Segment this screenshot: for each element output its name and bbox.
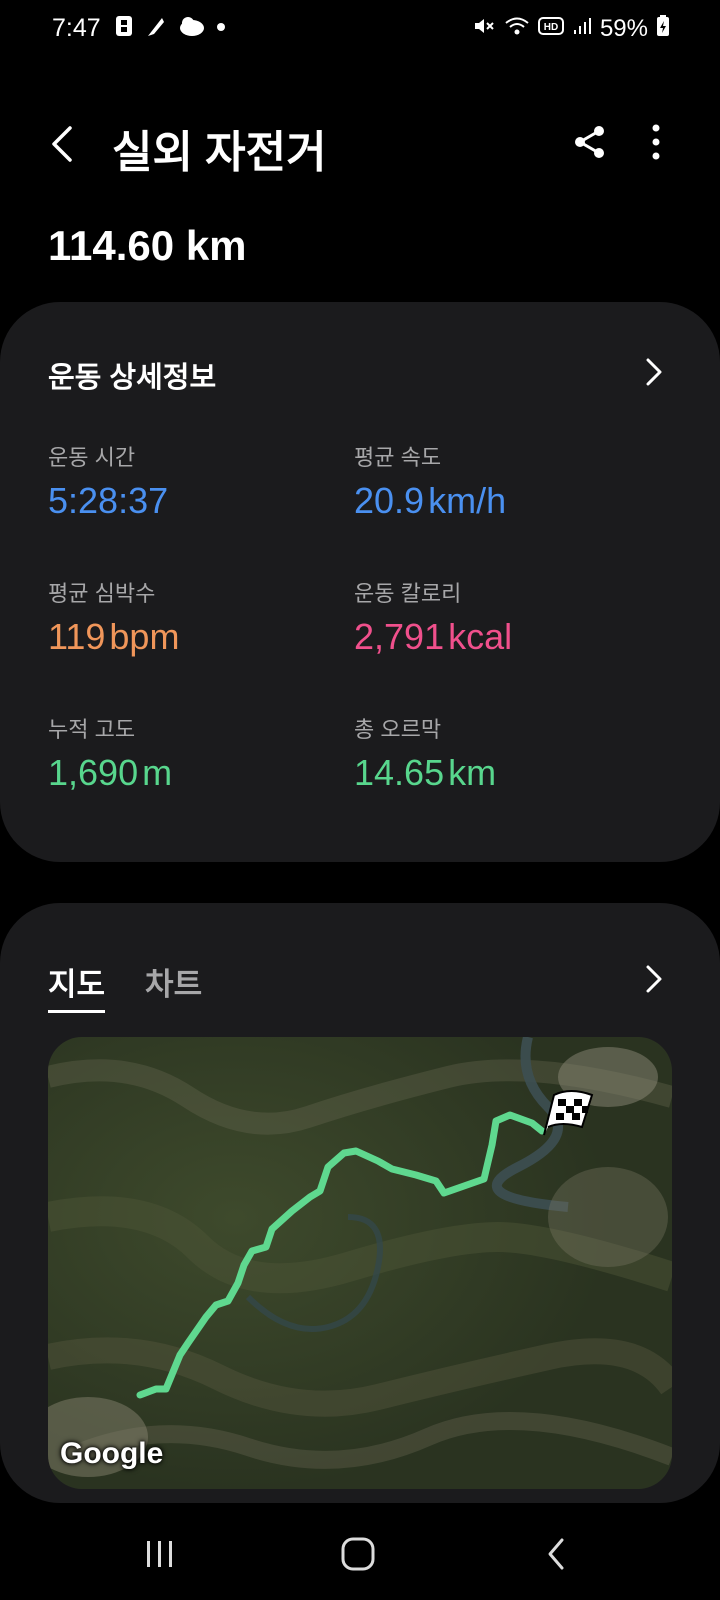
map-chart-tabs: 지도 차트 <box>48 959 202 1013</box>
map-details-button[interactable] <box>640 959 670 999</box>
status-bar: 7:47 HD 59% <box>0 0 720 58</box>
stat-number: 5:28:37 <box>48 480 169 521</box>
more-vertical-icon <box>652 124 660 160</box>
stat-unit: m <box>142 752 173 793</box>
share-button[interactable] <box>570 122 610 162</box>
stat-number: 20.9 <box>354 480 425 521</box>
back-button[interactable] <box>42 120 82 168</box>
chevron-right-icon <box>646 358 662 386</box>
system-back-button[interactable] <box>536 1533 576 1575</box>
stat-calories: 운동 칼로리 2,791 kcal <box>354 576 654 658</box>
stat-label: 평균 속도 <box>354 445 442 470</box>
stat-avg-heart-rate: 평균 심박수 119 bpm <box>48 576 348 658</box>
stat-number: 1,690 <box>48 752 139 793</box>
dot-icon <box>216 14 226 45</box>
stat-label: 운동 시간 <box>48 445 136 470</box>
stat-label: 운동 칼로리 <box>354 581 462 606</box>
stat-value: 14.65 km <box>354 752 654 794</box>
page-title: 실외 자전거 <box>112 128 327 177</box>
stat-number: 119 <box>48 616 106 657</box>
battery-percent: 59% <box>599 14 648 42</box>
stat-number: 14.65 <box>354 752 445 793</box>
satellite-map-image <box>48 1037 672 1489</box>
map-card: 지도 차트 Google <box>0 903 720 1503</box>
total-distance: 114.60 km <box>48 222 247 269</box>
recent-apps-button[interactable] <box>140 1533 180 1575</box>
stat-total-uphill: 총 오르막 14.65 km <box>354 712 654 794</box>
share-icon <box>575 126 604 158</box>
wifi-icon <box>504 14 530 43</box>
stat-unit: bpm <box>109 616 180 657</box>
battery-charging-icon <box>656 14 670 43</box>
more-options-button[interactable] <box>636 122 676 162</box>
stat-number: 2,791 <box>354 616 445 657</box>
hd-icon: HD <box>537 14 564 43</box>
tab-chart[interactable]: 차트 <box>145 959 202 1013</box>
b-app-icon <box>114 14 134 45</box>
workout-details-card: 운동 상세정보 운동 시간 5:28:37 평균 속도 20.9 km/h 평균 … <box>0 302 720 862</box>
stat-avg-speed: 평균 속도 20.9 km/h <box>354 440 654 522</box>
svg-text:HD: HD <box>544 22 558 33</box>
feather-app-icon <box>144 14 168 45</box>
chevron-left-icon <box>52 126 72 162</box>
chevron-right-icon <box>646 965 662 993</box>
stat-value: 1,690 m <box>48 752 348 794</box>
route-map[interactable]: Google <box>48 1037 672 1489</box>
stat-value: 20.9 km/h <box>354 480 654 522</box>
stat-value: 2,791 kcal <box>354 616 654 658</box>
stat-value: 119 bpm <box>48 616 348 658</box>
status-time: 7:47 <box>52 14 101 42</box>
workout-details-button[interactable] <box>640 352 670 392</box>
stat-duration: 운동 시간 5:28:37 <box>48 440 348 522</box>
workout-details-title: 운동 상세정보 <box>48 362 217 394</box>
stat-unit: kcal <box>448 616 513 657</box>
signal-icon <box>572 14 592 43</box>
home-button[interactable] <box>338 1533 378 1575</box>
stat-elevation-gain: 누적 고도 1,690 m <box>48 712 348 794</box>
app-bar: 실외 자전거 <box>0 100 720 190</box>
stat-label: 누적 고도 <box>48 717 136 742</box>
home-icon <box>341 1537 375 1571</box>
stat-unit: km <box>448 752 497 793</box>
google-logo: Google <box>60 1437 164 1470</box>
mute-icon <box>472 14 496 43</box>
back-arrow-icon <box>548 1538 564 1570</box>
stat-label: 총 오르막 <box>354 717 442 742</box>
stat-label: 평균 심박수 <box>48 581 156 606</box>
system-navigation-bar <box>0 1503 720 1600</box>
tab-map[interactable]: 지도 <box>48 959 106 1013</box>
recent-apps-icon <box>147 1541 172 1567</box>
cloud-app-icon <box>178 14 206 45</box>
stat-unit: km/h <box>428 480 507 521</box>
stat-value: 5:28:37 <box>48 480 348 522</box>
